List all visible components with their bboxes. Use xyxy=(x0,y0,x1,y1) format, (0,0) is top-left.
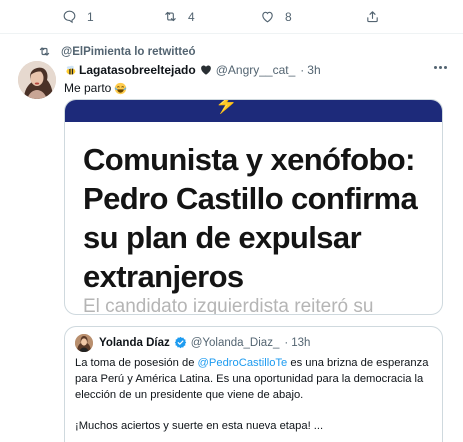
media-subline: El candidato izquierdista reiteró su xyxy=(83,296,374,315)
share-icon xyxy=(367,11,378,23)
like-icon xyxy=(262,11,273,23)
mention-link[interactable]: @PedroCastilloTe xyxy=(198,357,288,369)
user-handle[interactable]: @Angry__cat_ xyxy=(216,63,296,77)
black-heart-icon xyxy=(200,65,211,75)
quoted-avatar[interactable] xyxy=(75,334,93,352)
retweet-icon xyxy=(39,47,50,56)
reply-icon xyxy=(63,10,76,24)
tweet-text: Me parto xyxy=(64,81,127,95)
verified-badge-icon xyxy=(174,336,186,349)
quoted-separator-dot: · xyxy=(284,336,289,349)
share-button[interactable] xyxy=(365,9,380,24)
like-button[interactable]: 8 xyxy=(260,9,292,24)
reply-button[interactable]: 1 xyxy=(62,9,94,24)
quoted-handle: @Yolanda_Diaz_ xyxy=(190,336,280,349)
tweet-time[interactable]: 3h xyxy=(307,63,320,77)
more-options-icon[interactable] xyxy=(430,60,450,74)
retweet-context[interactable]: @ElPimienta lo retwitteó xyxy=(38,45,196,58)
quoted-tweet[interactable]: Yolanda Díaz @Yolanda_Diaz_ · 13h La tom… xyxy=(64,326,443,442)
tweet-text-body: Me parto xyxy=(64,81,112,95)
quoted-text-part-1: La toma de posesión de xyxy=(75,357,198,369)
like-count: 8 xyxy=(285,9,292,24)
avatar[interactable] xyxy=(18,61,56,99)
previous-tweet-action-bar: 1 4 8 xyxy=(0,0,463,34)
quoted-paragraph-1: La toma de posesión de @PedroCastilloTe … xyxy=(75,356,435,403)
bee-emoji-icon xyxy=(66,65,76,75)
laughing-emoji-icon xyxy=(115,82,127,94)
retweet-count: 4 xyxy=(188,9,195,24)
quoted-time: 13h xyxy=(291,336,311,349)
retweet-context-text: @ElPimienta lo retwitteó xyxy=(61,45,196,58)
media-headline: Comunista y xenófobo: Pedro Castillo con… xyxy=(83,142,418,294)
quoted-header: Yolanda Díaz @Yolanda_Diaz_ · 13h xyxy=(99,336,310,349)
quoted-paragraph-2: ¡Muchos aciertos y suerte en esta nueva … xyxy=(75,420,324,433)
retweet-icon xyxy=(165,11,176,22)
quoted-text: La toma de posesión de @PedroCastilloTe … xyxy=(75,356,435,442)
media-banner: ⚡ xyxy=(65,100,442,122)
reply-count: 1 xyxy=(87,9,94,24)
tweet-header: Lagatasobreeltejado @Angry__cat_ · 3h xyxy=(64,63,321,77)
display-name[interactable]: Lagatasobreeltejado xyxy=(79,63,196,77)
quoted-display-name: Yolanda Díaz xyxy=(99,336,170,349)
tweet-media-image[interactable]: ⚡ Comunista y xenófobo: Pedro Castillo c… xyxy=(64,99,443,315)
retweet-button[interactable]: 4 xyxy=(163,9,195,24)
separator-dot: · xyxy=(300,63,305,77)
media-logo-icon: ⚡ xyxy=(215,99,239,114)
